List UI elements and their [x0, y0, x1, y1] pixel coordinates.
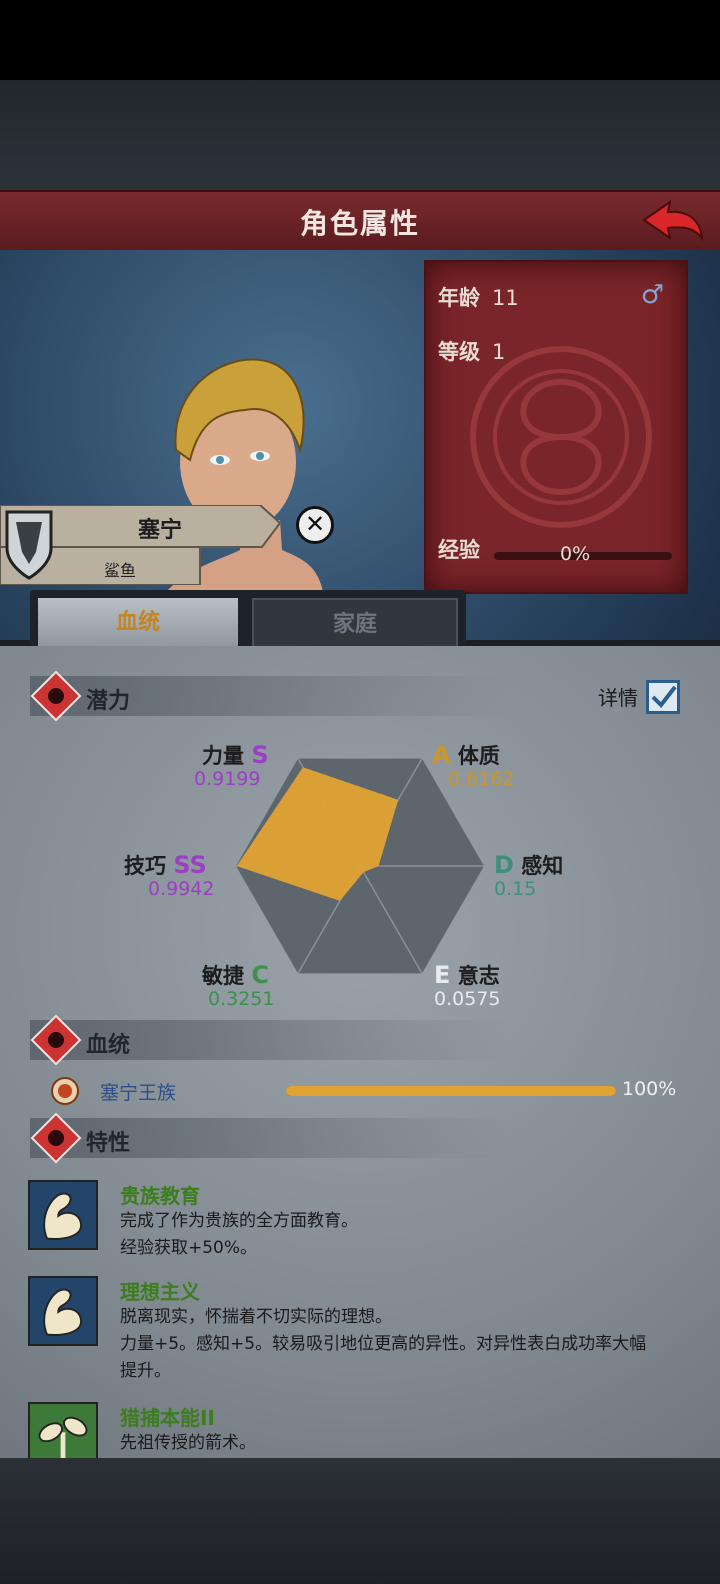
- level-value: 1: [492, 340, 506, 364]
- xp-label: 经验: [438, 538, 480, 562]
- stat-skill-name: 技巧: [124, 854, 166, 878]
- potential-radar-chart: [236, 758, 484, 974]
- bloodline-header: 血统: [30, 1014, 510, 1066]
- age-value: 11: [492, 286, 519, 310]
- detail-checkbox[interactable]: [646, 680, 680, 714]
- potential-header: 潜力: [30, 670, 510, 722]
- stat-perception: D 感知: [494, 850, 563, 880]
- stat-skill-grade: SS: [173, 851, 207, 879]
- potential-icon: [30, 670, 82, 722]
- close-icon[interactable]: ✕: [296, 506, 334, 544]
- bloodline-bar: [286, 1086, 616, 1096]
- bloodline-title: 血统: [86, 1033, 131, 1058]
- age-row: 年龄 11: [438, 282, 519, 312]
- flame-icon: [30, 1112, 82, 1164]
- blood-drop-icon: [30, 1014, 82, 1066]
- bloodline-bar-fill: [286, 1086, 616, 1096]
- stat-will-value: 0.0575: [434, 988, 501, 1010]
- stat-perception-grade: D: [494, 851, 514, 879]
- trait-desc-line: 脱离现实，怀揣着不切实际的理想。: [120, 1307, 392, 1327]
- trait-description: 完成了作为贵族的全方面教育。 经验获取+50%。: [120, 1208, 700, 1262]
- stat-strength-name: 力量: [202, 744, 244, 768]
- royal-sun-icon: [51, 1077, 79, 1105]
- bloodline-row: 塞宁王族 100%: [40, 1074, 680, 1110]
- trait-desc-line: 力量+5。感知+5。较易吸引地位更高的异性。对异性表白成功率大幅: [120, 1334, 647, 1354]
- info-panel: 年龄 11 ♂ 等级 1 经验 0%: [424, 260, 688, 594]
- back-arrow-icon[interactable]: [640, 198, 706, 242]
- stat-skill-value: 0.9942: [148, 878, 215, 900]
- title-bar: 角色属性: [0, 190, 720, 253]
- male-icon: ♂: [640, 280, 664, 310]
- stat-perception-name: 感知: [521, 854, 564, 878]
- arm-icon: [28, 1180, 98, 1250]
- stat-strength-value: 0.9199: [194, 768, 261, 790]
- status-bar: [0, 0, 720, 80]
- level-label: 等级: [438, 340, 480, 364]
- stat-agility-grade: C: [251, 961, 269, 989]
- trait-desc-line: 完成了作为贵族的全方面教育。: [120, 1211, 358, 1231]
- trait-name: 猎捕本能II: [120, 1406, 215, 1430]
- stat-agility-name: 敏捷: [202, 964, 244, 988]
- celtic-knot-icon: [470, 346, 652, 528]
- potential-title: 潜力: [86, 689, 131, 714]
- house-crest-icon: [5, 510, 53, 580]
- tab-bloodline[interactable]: 血统: [38, 598, 238, 648]
- stat-constitution: A 体质: [432, 740, 500, 770]
- stat-strength: 力量 S: [202, 740, 269, 770]
- age-label: 年龄: [438, 286, 480, 310]
- detail-label: 详情: [598, 686, 638, 710]
- bloodline-name: 塞宁王族: [100, 1082, 177, 1104]
- stat-constitution-value: 0.6162: [448, 768, 515, 790]
- main-content: 潜力 详情 力量 S 0.9199 A 体质 0.6162 D 感知 0.15 …: [0, 646, 720, 1458]
- stat-perception-value: 0.15: [494, 878, 537, 900]
- trait-name: 理想主义: [120, 1280, 200, 1304]
- level-row: 等级 1: [438, 336, 505, 366]
- trait-description: 脱离现实，怀揣着不切实际的理想。 力量+5。感知+5。较易吸引地位更高的异性。对…: [120, 1304, 700, 1385]
- trait-name: 贵族教育: [120, 1184, 200, 1208]
- trait-desc-line: 经验获取+50%。: [120, 1238, 258, 1258]
- trait-description: 先祖传授的箭术。: [120, 1430, 700, 1457]
- house-name: 鲨鱼: [103, 561, 136, 580]
- traits-header: 特性: [30, 1112, 510, 1164]
- bloodline-percent: 100%: [622, 1078, 677, 1100]
- stat-constitution-name: 体质: [457, 744, 500, 768]
- page-title: 角色属性: [299, 207, 420, 240]
- tab-family[interactable]: 家庭: [252, 598, 458, 648]
- trait-desc-line: 先祖传授的箭术。: [120, 1433, 256, 1453]
- tab-bar: 血统 家庭: [30, 590, 466, 648]
- stat-will-grade: E: [434, 961, 451, 989]
- trait-desc-line: 提升。: [120, 1361, 171, 1381]
- xp-percent: 0%: [560, 543, 591, 565]
- top-backdrop: [0, 80, 720, 192]
- stat-will: E 意志: [434, 960, 500, 990]
- stat-strength-grade: S: [251, 741, 269, 769]
- character-name: 塞宁: [137, 518, 182, 543]
- leaf-sprout-icon: [28, 1402, 98, 1458]
- stat-agility: 敏捷 C: [202, 960, 269, 990]
- stat-skill: 技巧 SS: [124, 850, 207, 880]
- bottom-backdrop: [0, 1458, 720, 1584]
- stat-constitution-grade: A: [432, 741, 451, 769]
- stat-will-name: 意志: [457, 964, 500, 988]
- character-hero: 塞宁 鲨鱼 ✕ 年龄 11 ♂ 等级 1 经验 0%: [0, 250, 720, 640]
- arm-icon: [28, 1276, 98, 1346]
- checkmark-icon: [651, 685, 677, 709]
- traits-title: 特性: [86, 1131, 131, 1156]
- stat-agility-value: 0.3251: [208, 988, 275, 1010]
